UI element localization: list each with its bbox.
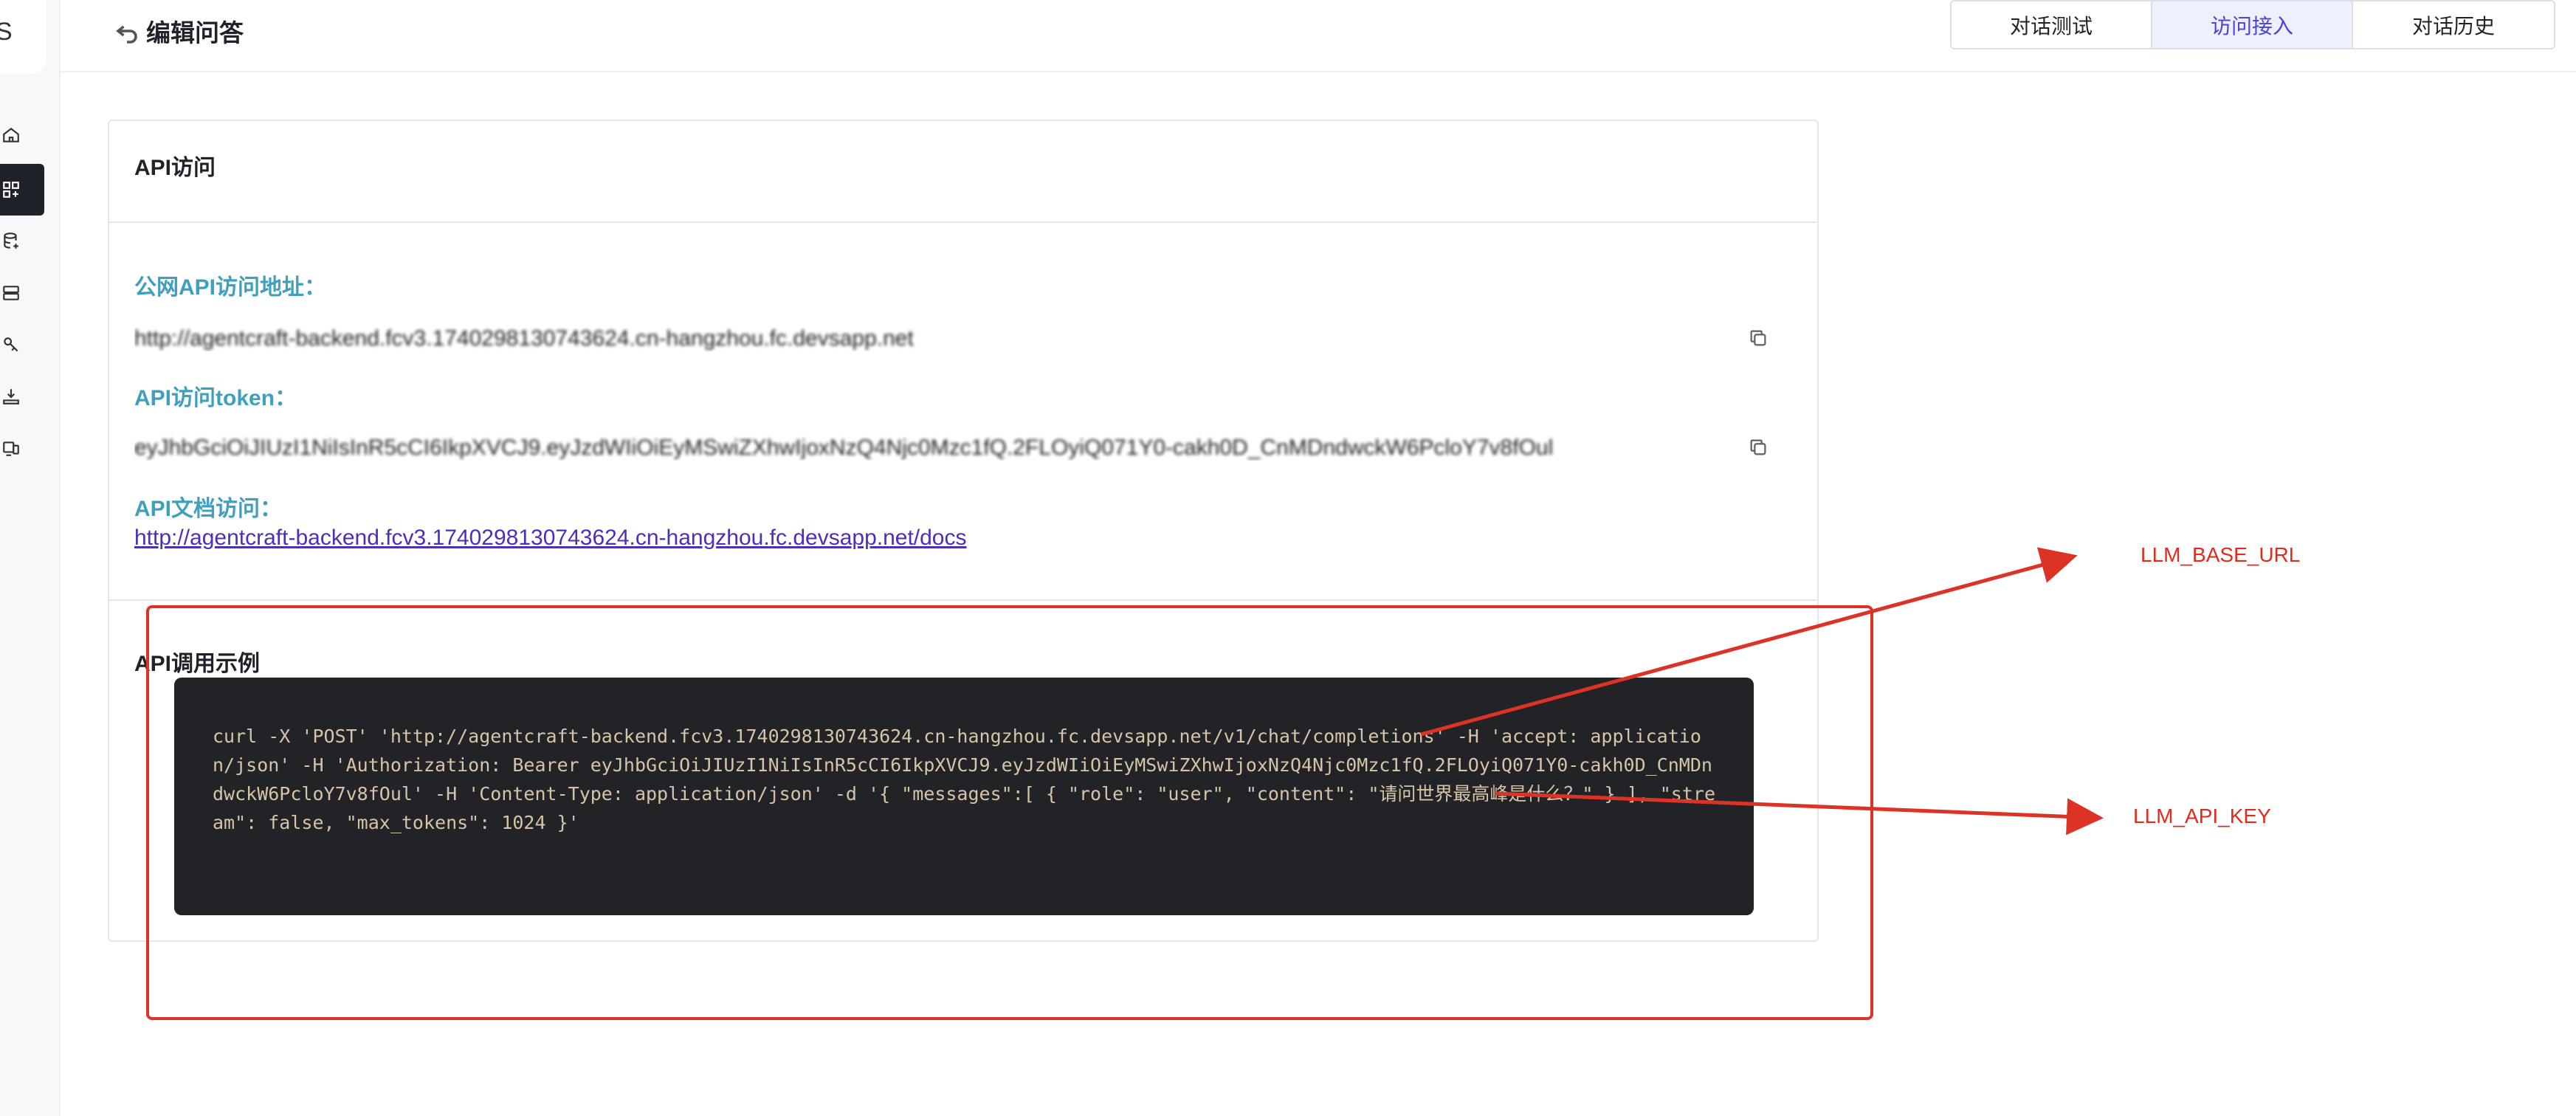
devices-icon[interactable]: [0, 422, 44, 474]
tab-access[interactable]: 访问接入: [2152, 1, 2353, 48]
page-header: 编辑问答 对话测试 访问接入 对话历史: [61, 0, 2576, 72]
public-url-label: 公网API访问地址：: [134, 275, 327, 300]
tab-chat-history[interactable]: 对话历史: [2353, 1, 2554, 48]
card-header: API访问: [109, 121, 1817, 223]
home-icon[interactable]: [0, 109, 44, 161]
docs-label: API文档访问：: [134, 497, 283, 521]
back-arrow-icon: [116, 25, 137, 44]
sidebar: S: [0, 0, 61, 1116]
public-url-value: http://agentcraft-backend.fcv3.174029813…: [134, 326, 914, 351]
llm-api-key-label: LLM_API_KEY: [2133, 805, 2271, 827]
annotation-highlight-box: [146, 605, 1873, 1020]
deploy-icon[interactable]: [0, 371, 44, 422]
tab-chat-test[interactable]: 对话测试: [1952, 1, 2152, 48]
server-icon[interactable]: [0, 267, 44, 319]
view-tabs: 对话测试 访问接入 对话历史: [1950, 0, 2555, 49]
app-logo: S: [0, 0, 46, 74]
token-value: eyJhbGciOiJIUzI1NiIsInR5cCI6IkpXVCJ9.eyJ…: [134, 435, 1554, 460]
section-divider: [109, 599, 1817, 601]
database-icon[interactable]: [0, 216, 44, 267]
page-title: 编辑问答: [146, 19, 244, 46]
apps-icon[interactable]: [0, 164, 44, 216]
docs-link[interactable]: http://agentcraft-backend.fcv3.174029813…: [134, 526, 967, 551]
copy-token-icon[interactable]: [1748, 437, 1770, 459]
tools-icon[interactable]: [0, 319, 44, 371]
copy-url-icon[interactable]: [1748, 328, 1770, 350]
llm-base-url-label: LLM_BASE_URL: [2141, 543, 2301, 566]
card-title: API访问: [134, 156, 216, 180]
back-button[interactable]: 编辑问答: [114, 13, 244, 49]
token-label: API访问token：: [134, 386, 297, 410]
